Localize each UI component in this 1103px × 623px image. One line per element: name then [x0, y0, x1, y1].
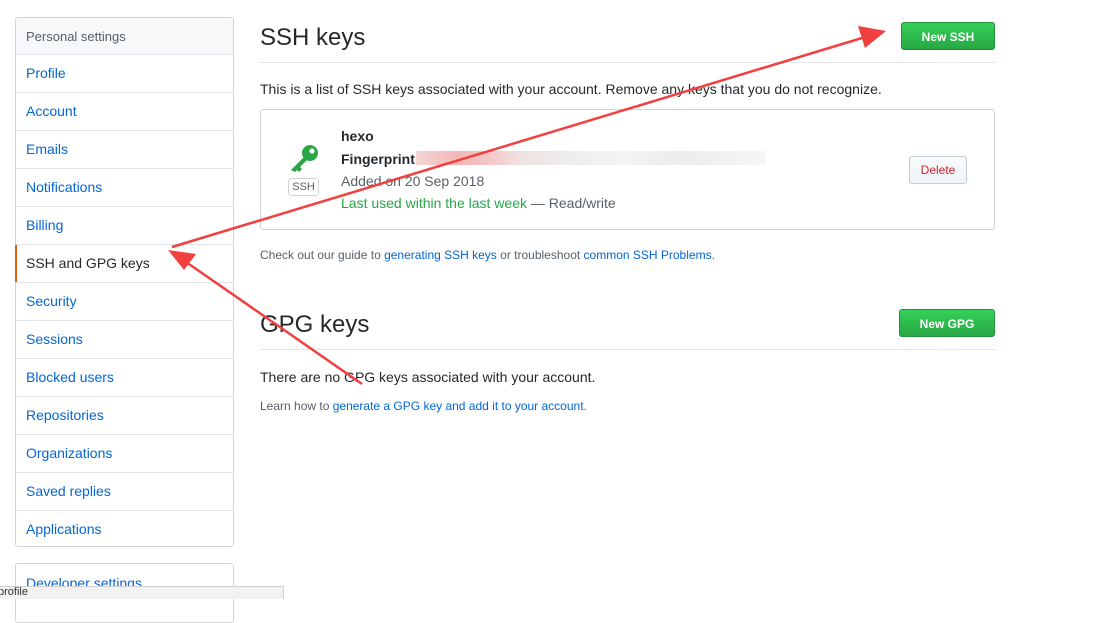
sidebar-item-blocked-users[interactable]: Blocked users	[16, 359, 233, 397]
key-last-used-text: Last used within the last week	[341, 195, 527, 211]
sidebar-item-saved-replies[interactable]: Saved replies	[16, 473, 233, 511]
ssh-key-item: SSH hexo Fingerprint: Added on 20 Sep 20…	[260, 109, 995, 230]
learn-prefix: Learn how to	[260, 399, 333, 413]
guide-suffix: .	[711, 248, 715, 262]
key-title: hexo	[341, 128, 374, 144]
ssh-keys-title: SSH keys	[260, 24, 366, 51]
ssh-guide-text: Check out our guide to generating SSH ke…	[260, 248, 715, 262]
key-access-level: — Read/write	[530, 195, 616, 211]
common-ssh-problems-link[interactable]: common SSH Problems	[584, 248, 712, 262]
delete-key-button[interactable]: Delete	[909, 156, 967, 184]
generate-gpg-key-link[interactable]: generate a GPG key and add it to your ac…	[333, 399, 584, 413]
generating-ssh-keys-link[interactable]: generating SSH keys	[384, 248, 497, 262]
ssh-type-label: SSH	[288, 178, 319, 196]
fingerprint-label: Fingerprint:	[341, 151, 420, 167]
sidebar-item-applications[interactable]: Applications	[16, 511, 233, 549]
guide-middle: or troubleshoot	[496, 248, 584, 262]
key-icon	[288, 143, 322, 173]
ssh-keys-description: This is a list of SSH keys associated wi…	[260, 81, 882, 97]
sidebar-item-emails[interactable]: Emails	[16, 131, 233, 169]
sidebar-item-billing[interactable]: Billing	[16, 207, 233, 245]
sidebar-item-security[interactable]: Security	[16, 283, 233, 321]
sidebar-item-sessions[interactable]: Sessions	[16, 321, 233, 359]
sidebar-item-organizations[interactable]: Organizations	[16, 435, 233, 473]
learn-suffix: .	[583, 399, 587, 413]
key-added-date: Added on 20 Sep 2018	[341, 173, 485, 189]
gpg-keys-title: GPG keys	[260, 311, 370, 338]
gpg-keys-header: GPG keys New GPG key	[260, 309, 995, 359]
status-bar-url: profile	[0, 586, 28, 598]
sidebar-heading: Personal settings	[16, 18, 233, 55]
new-gpg-key-button[interactable]: New GPG key	[899, 309, 995, 359]
fingerprint-redacted	[416, 151, 766, 165]
new-ssh-key-button[interactable]: New SSH key	[901, 22, 995, 72]
sidebar-item-profile[interactable]: Profile	[16, 55, 233, 93]
guide-prefix: Check out our guide to	[260, 248, 385, 262]
browser-status-bar: profile	[0, 586, 284, 599]
sidebar-item-repositories[interactable]: Repositories	[16, 397, 233, 435]
sidebar-item-ssh-gpg-keys[interactable]: SSH and GPG keys	[15, 245, 233, 283]
sidebar-item-notifications[interactable]: Notifications	[16, 169, 233, 207]
no-gpg-keys-text: There are no GPG keys associated with yo…	[260, 369, 596, 385]
gpg-learn-text: Learn how to generate a GPG key and add …	[260, 399, 587, 413]
key-last-used: Last used within the last week — Read/wr…	[341, 195, 616, 211]
sidebar-item-account[interactable]: Account	[16, 93, 233, 131]
settings-sidebar: Personal settings Profile Account Emails…	[15, 17, 234, 547]
ssh-keys-header: SSH keys New SSH key	[260, 22, 995, 72]
